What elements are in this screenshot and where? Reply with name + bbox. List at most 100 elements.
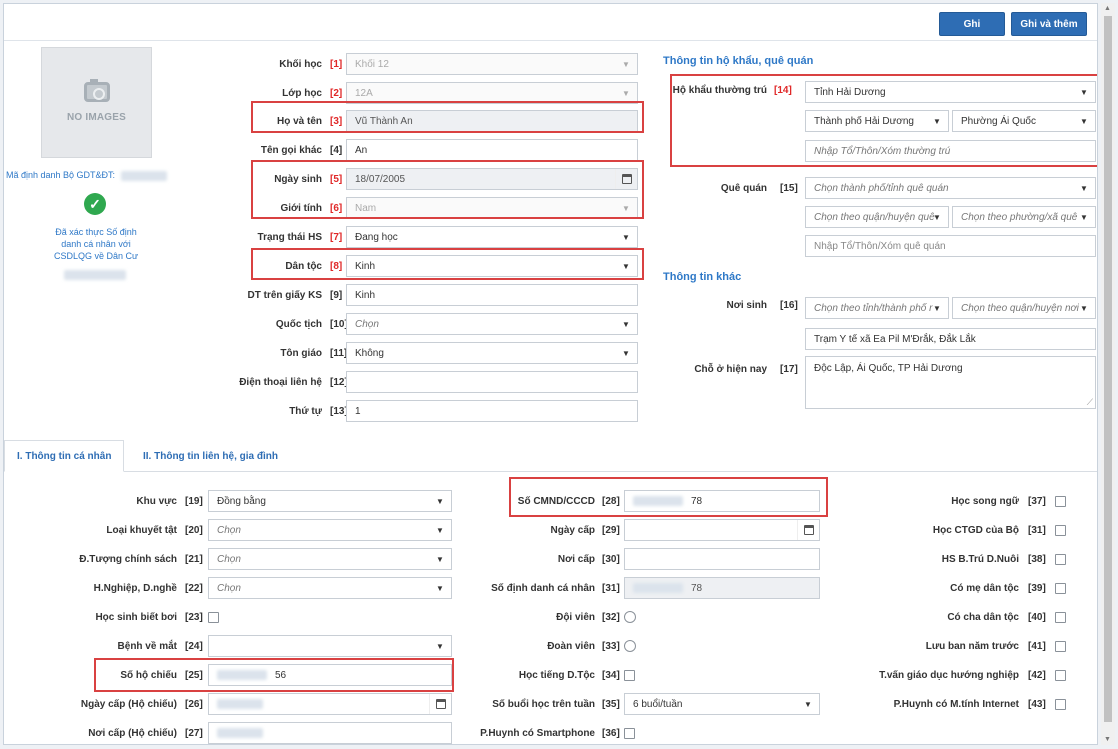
basic-field-8-value: Kinh (355, 260, 376, 272)
verification-masked-value (64, 270, 126, 280)
personal-col2-field-30-input[interactable] (624, 548, 820, 570)
personal-col2-field-32-label: Đội viên (556, 612, 595, 623)
personal-col1-field-26-input[interactable] (208, 693, 452, 715)
personal-col1-field-20-label: Loại khuyết tật (106, 525, 177, 536)
personal-col2-field-28-input[interactable]: 78 (624, 490, 820, 512)
birthplace-province-select[interactable]: Chọn theo tỉnh/thành phố r ▼ (805, 297, 949, 319)
personal-col3-field-43-checkbox[interactable] (1055, 670, 1066, 681)
chevron-down-icon: ▼ (436, 583, 444, 593)
permanent-province-select[interactable]: Tỉnh Hải Dương ▼ (805, 81, 1096, 103)
personal-col3-field-40-checkbox[interactable] (1055, 583, 1066, 594)
tab-contact-family[interactable]: II. Thông tin liên hệ, gia đình (131, 440, 290, 472)
scroll-down-icon[interactable]: ▼ (1104, 736, 1111, 743)
personal-col2-field-35-value: 6 buổi/tuần (633, 698, 683, 710)
personal-col2-field-33-label: Đoàn viên (547, 641, 595, 652)
personal-col1-field-25-num: [25] (185, 670, 203, 681)
personal-col3-field-37-checkbox[interactable] (1055, 496, 1066, 507)
permanent-ward-select[interactable]: Phường Ái Quốc ▼ (952, 110, 1096, 132)
basic-field-5-input[interactable]: 18/07/2005 (346, 168, 638, 190)
hometown-ward-select[interactable]: Chọn theo phường/xã quê ▼ (952, 206, 1096, 228)
personal-col3-field-37-num: [37] (1028, 496, 1046, 507)
birthplace-detail-input[interactable]: Trạm Y tế xã Ea Pil M'Đrắk, Đắk Lắk (805, 328, 1096, 350)
hometown-district-select[interactable]: Chọn theo quận/huyện quê ▼ (805, 206, 949, 228)
personal-col3-field-41-checkbox[interactable] (1055, 612, 1066, 623)
calendar-icon[interactable] (797, 520, 819, 540)
personal-col3-field-41-num: [40] (1028, 612, 1046, 623)
chevron-down-icon: ▼ (933, 212, 941, 222)
hometown-province-select[interactable]: Chọn thành phố/tỉnh quê quán ▼ (805, 177, 1096, 199)
personal-col3-field-38-checkbox[interactable] (1055, 525, 1066, 536)
personal-col1-field-22-select[interactable]: Chọn ▼ (208, 577, 452, 599)
personal-col3-field-40-label: Có mẹ dân tộc (950, 583, 1019, 594)
birthplace-detail-value: Trạm Y tế xã Ea Pil M'Đrắk, Đắk Lắk (814, 333, 976, 345)
current-address-textarea[interactable]: Độc Lập, Ái Quốc, TP Hải Dương ⟋ (805, 356, 1096, 409)
personal-col1-field-27-input[interactable] (208, 722, 452, 744)
personal-col2-field-31-input[interactable]: 78 (624, 577, 820, 599)
personal-col3-field-42-checkbox[interactable] (1055, 641, 1066, 652)
personal-col1-field-20-select[interactable]: Chọn ▼ (208, 519, 452, 541)
basic-field-8-select[interactable]: Kinh ▼ (346, 255, 638, 277)
personal-col2-field-29-input[interactable] (624, 519, 820, 541)
basic-field-9-input[interactable]: Kinh (346, 284, 638, 306)
basic-field-1-select[interactable]: Khối 12 ▼ (346, 53, 638, 75)
permanent-ward-value: Phường Ái Quốc (961, 115, 1036, 127)
basic-field-11-select[interactable]: Không ▼ (346, 342, 638, 364)
chevron-down-icon: ▼ (622, 203, 630, 213)
personal-col1-field-23-num: [23] (185, 612, 203, 623)
personal-col1-field-23-label: Học sinh biết bơi (95, 612, 177, 623)
basic-field-7-select[interactable]: Đang học ▼ (346, 226, 638, 248)
verification-text: Đã xác thực Số định danh cá nhân với CSD… (53, 227, 139, 261)
personal-col1-field-20-num: [20] (185, 525, 203, 536)
personal-col1-field-21-select[interactable]: Chọn ▼ (208, 548, 452, 570)
personal-col2-field-36-checkbox[interactable] (624, 728, 635, 739)
student-photo-placeholder[interactable]: NO IMAGES (41, 47, 152, 158)
personal-col2-field-35-select[interactable]: 6 buổi/tuần ▼ (624, 693, 820, 715)
chevron-down-icon: ▼ (436, 554, 444, 564)
hometown-detail-input[interactable]: Nhập Tổ/Thôn/Xóm quê quán (805, 235, 1096, 257)
personal-col1-field-19-value: Đồng bằng (217, 495, 266, 507)
identity-code-masked (120, 170, 167, 181)
birthplace-district-select[interactable]: Chọn theo quận/huyện nơi ▼ (952, 297, 1096, 319)
basic-field-9-value: Kinh (355, 289, 376, 301)
personal-col1-field-20-value: Chọn (217, 524, 241, 536)
personal-col2-field-31-masked-part (633, 583, 683, 593)
personal-col3-field-38-num: [31] (1028, 525, 1046, 536)
personal-col1-field-27-label: Nơi cấp (Hộ chiếu) (88, 728, 177, 739)
personal-col3-field-39-checkbox[interactable] (1055, 554, 1066, 565)
birthplace-label: Nơi sinh (726, 300, 767, 311)
personal-col1-field-25-input[interactable]: 56 (208, 664, 452, 686)
basic-field-12-label: Điện thoại liên hệ (239, 377, 322, 388)
personal-col3-field-44-checkbox[interactable] (1055, 699, 1066, 710)
personal-col1-field-24-select[interactable]: ▼ (208, 635, 452, 657)
basic-field-4-input[interactable]: An (346, 139, 638, 161)
permanent-detail-input[interactable]: Nhập Tổ/Thôn/Xóm thường trú (805, 140, 1096, 162)
basic-field-3-input[interactable]: Vũ Thành An (346, 110, 638, 132)
scroll-up-icon[interactable]: ▲ (1104, 5, 1111, 12)
basic-field-13-input[interactable]: 1 (346, 400, 638, 422)
permanent-district-select[interactable]: Thành phố Hải Dương ▼ (805, 110, 949, 132)
personal-col1-field-19-select[interactable]: Đồng bằng ▼ (208, 490, 452, 512)
chevron-down-icon: ▼ (622, 261, 630, 271)
personal-col2-field-33-radio[interactable] (624, 640, 636, 652)
basic-field-4-num: [4] (330, 145, 343, 156)
calendar-icon[interactable] (429, 694, 451, 714)
basic-field-10-select[interactable]: Chọn ▼ (346, 313, 638, 335)
calendar-icon[interactable] (615, 169, 637, 189)
personal-col2-field-32-radio[interactable] (624, 611, 636, 623)
chevron-down-icon: ▼ (436, 525, 444, 535)
save-button[interactable]: Ghi (939, 12, 1005, 36)
personal-col1-field-23-checkbox[interactable] (208, 612, 219, 623)
personal-col1-field-26-num: [26] (185, 699, 203, 710)
basic-field-6-label: Giới tính (280, 203, 322, 214)
basic-field-6-select[interactable]: Nam ▼ (346, 197, 638, 219)
resize-handle-icon[interactable]: ⟋ (1087, 397, 1093, 408)
scrollbar-thumb[interactable] (1104, 16, 1112, 722)
personal-col2-field-34-checkbox[interactable] (624, 670, 635, 681)
personal-col2-field-28-value: 78 (691, 495, 703, 507)
save-and-add-button[interactable]: Ghi và thêm (1011, 12, 1087, 36)
tab-personal-info[interactable]: I. Thông tin cá nhân (4, 440, 125, 472)
hometown-district-placeholder: Chọn theo quận/huyện quê (814, 211, 935, 223)
basic-field-2-select[interactable]: 12A ▼ (346, 82, 638, 104)
personal-col3-field-39-label: HS B.Trú D.Nuôi (941, 554, 1019, 565)
basic-field-12-input[interactable] (346, 371, 638, 393)
